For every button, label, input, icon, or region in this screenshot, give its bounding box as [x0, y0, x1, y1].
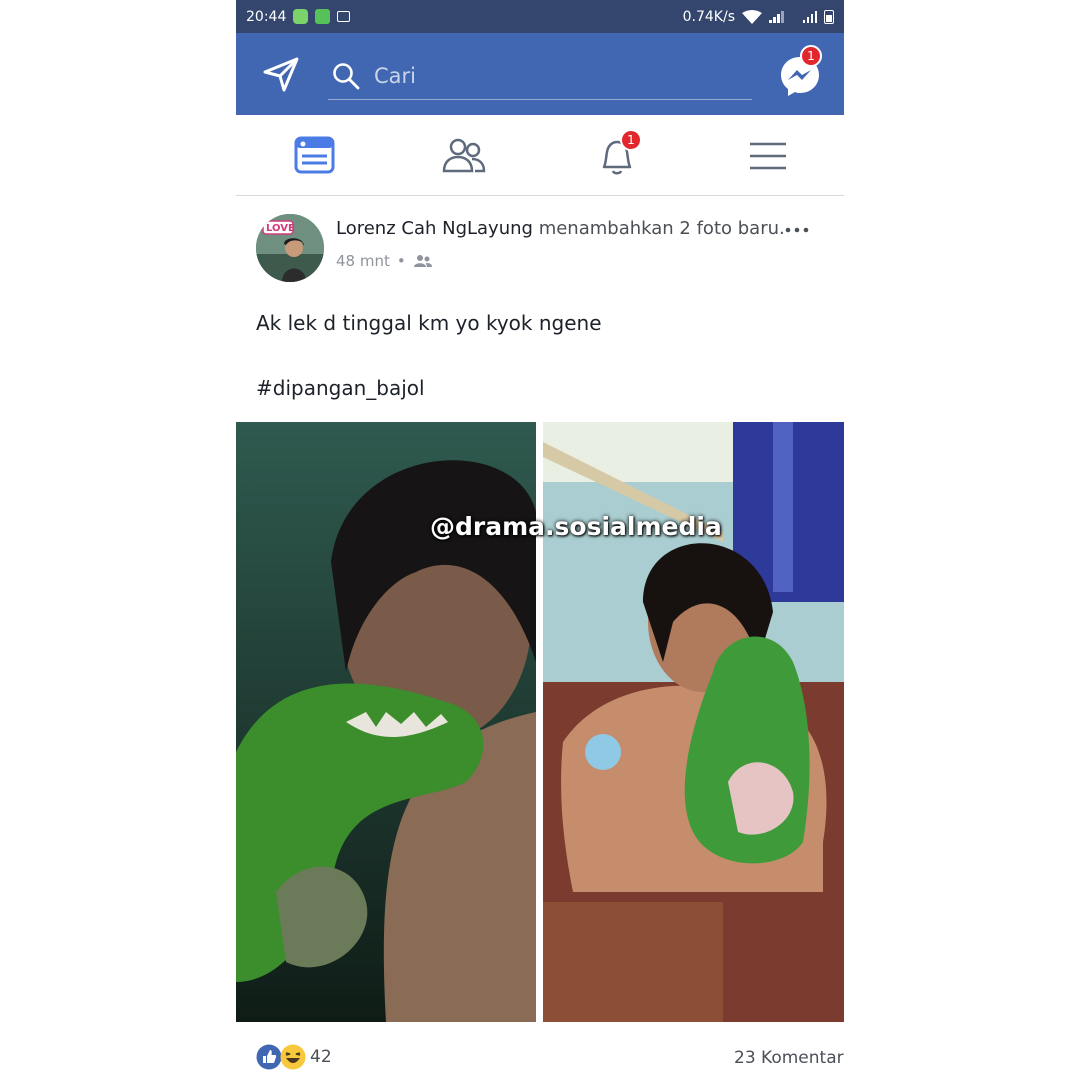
tab-news-feed[interactable] [290, 131, 340, 181]
clock: 20:44 [246, 8, 287, 25]
avatar-image: LOVE [256, 214, 324, 282]
post-meta: 48 mnt • [336, 252, 433, 270]
wifi-icon [742, 9, 762, 24]
search-bar[interactable] [328, 53, 752, 100]
friends-icon [413, 255, 432, 267]
line-icon [293, 9, 309, 24]
avatar[interactable]: LOVE [256, 214, 324, 282]
network-speed: 0.74K/s [682, 8, 735, 25]
notification-badge: 1 [620, 129, 642, 151]
whatsapp-icon [315, 9, 331, 24]
status-bar: 20:44 0.74K/s [236, 0, 844, 33]
image-icon [337, 11, 351, 22]
messenger-badge: 1 [800, 45, 822, 67]
tab-notifications[interactable]: 1 [592, 129, 642, 181]
tab-friends[interactable] [439, 131, 489, 181]
battery-icon [824, 9, 834, 24]
hamburger-menu-icon [750, 142, 786, 170]
haha-icon [280, 1044, 306, 1070]
messenger-button[interactable]: 1 [776, 45, 824, 99]
reaction-count: 42 [310, 1047, 332, 1067]
tab-menu[interactable] [744, 131, 794, 181]
news-feed-icon [294, 136, 335, 174]
signal-icon [802, 10, 817, 23]
post-hashtag[interactable]: #dipangan_bajol [256, 376, 425, 400]
post-time[interactable]: 48 mnt [336, 252, 390, 270]
reactions-summary[interactable]: 42 [256, 1044, 332, 1070]
friends-icon [442, 138, 486, 173]
like-icon [256, 1044, 282, 1070]
search-icon [333, 63, 360, 90]
feed-post: LOVE Lorenz Cah NgLayung menambahkan 2 f… [236, 196, 844, 1080]
post-text: Ak lek d tinggal km yo kyok ngene [256, 311, 602, 335]
watermark: @drama.sosialmedia [430, 512, 722, 541]
more-options-icon[interactable] [782, 218, 812, 242]
post-header: Lorenz Cah NgLayung menambahkan 2 foto b… [336, 218, 785, 239]
tab-bar: 1 [236, 115, 844, 196]
search-input[interactable] [372, 63, 716, 89]
comment-count[interactable]: 23 Komentar [734, 1048, 844, 1068]
author-name[interactable]: Lorenz Cah NgLayung [336, 218, 533, 239]
send-icon[interactable] [262, 55, 300, 93]
post-action: menambahkan 2 foto baru. [538, 218, 785, 239]
top-navigation-bar: 1 [236, 33, 844, 115]
signal-icon [769, 10, 784, 23]
svg-text:LOVE: LOVE [266, 223, 295, 234]
meta-separator: • [396, 252, 406, 270]
facebook-app-screen: 20:44 0.74K/s Cari 1 1 LOVE Lorenz Cah N… [236, 0, 844, 1080]
